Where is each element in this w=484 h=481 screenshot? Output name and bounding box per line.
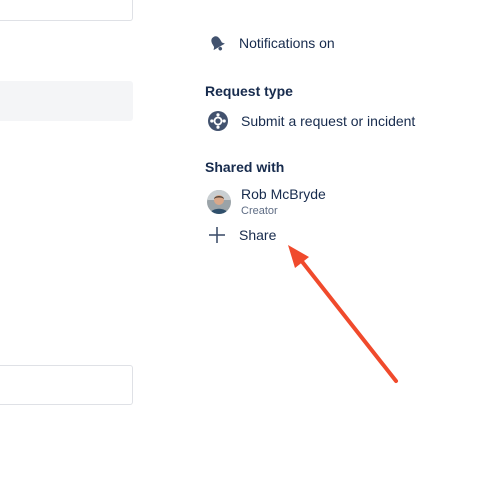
annotation-arrow: [288, 245, 398, 383]
